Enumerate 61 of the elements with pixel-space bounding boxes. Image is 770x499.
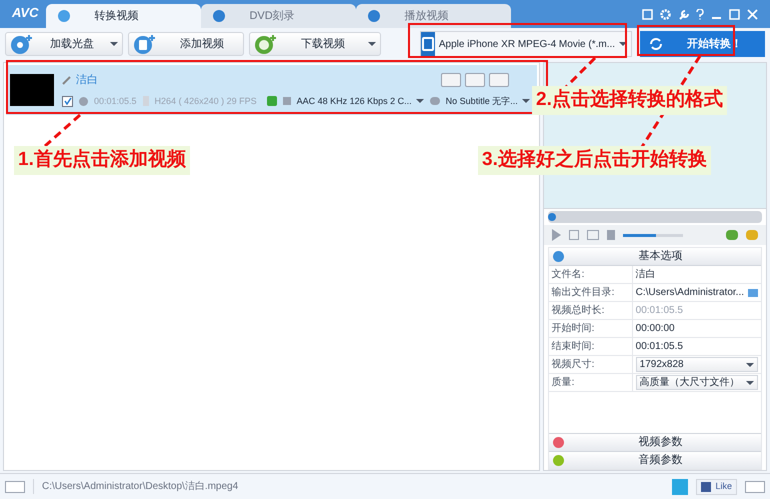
caret-icon: [746, 362, 754, 366]
tab-icon: [368, 10, 380, 22]
file-name: 洁白: [76, 73, 98, 88]
annotation-text: 1.首先点击添加视频: [14, 146, 190, 174]
wrench-icon[interactable]: [678, 9, 689, 20]
tab-icon: [58, 10, 70, 22]
app-logo: AVC: [10, 4, 40, 22]
video-thumbnail: [10, 74, 54, 106]
toolbar-button[interactable]: 添加视频: [128, 32, 244, 56]
audio-dropdown[interactable]: AAC 48 KHz 126 Kbps 2 C...: [296, 94, 424, 108]
property-dropdown[interactable]: 1792x828: [636, 357, 758, 372]
file-row[interactable]: 洁白 00:01:05.5 H264 ( 426x240 ) 29 FPS AAC 48 KHz 126 Kbps 2 C... No Subtitle 无字...: [6, 65, 537, 115]
section-header[interactable]: 基本选项: [548, 248, 761, 266]
checkbox[interactable]: [62, 96, 73, 107]
property-label: 质量:: [548, 374, 633, 391]
tab[interactable]: DVD刻录: [201, 4, 356, 28]
annotation-text: 2.点击选择转换的格式: [532, 86, 727, 114]
settings-icon[interactable]: [660, 9, 671, 20]
property-dropdown[interactable]: 高质量（大尺寸文件）: [636, 375, 758, 390]
like-button[interactable]: Like: [696, 478, 737, 494]
tab[interactable]: 播放视频: [356, 4, 512, 28]
stop-icon[interactable]: [568, 230, 579, 240]
refresh-icon: [648, 36, 664, 52]
property-label: 输出文件目录:: [548, 284, 633, 301]
help-icon[interactable]: [696, 9, 704, 20]
annotation-text: 3.选择好之后点击开始转换: [478, 146, 711, 174]
property-value: 00:01:05.5: [634, 304, 684, 318]
section-header[interactable]: 视频参数: [548, 433, 761, 451]
leader-line: [44, 114, 81, 148]
property-value: 00:00:00: [634, 322, 676, 336]
property-label: 视频尺寸:: [548, 356, 633, 373]
pencil-icon[interactable]: [62, 75, 72, 86]
file-path: C:\Users\Administrator\Desktop\洁白.mpeg4: [33, 479, 238, 494]
panel-toggle-icon[interactable]: [5, 480, 25, 492]
format-dropdown[interactable]: Apple iPhone XR MPEG-4 Movie (*.m...: [420, 31, 632, 57]
preview-slider[interactable]: [548, 211, 762, 223]
video-info: H264 ( 426x240 ) 29 FPS: [154, 94, 257, 108]
caret-icon: [619, 42, 628, 46]
toolbar-button[interactable]: 加载光盘: [5, 32, 123, 56]
property-value: 洁白: [634, 268, 657, 282]
caret-icon: [416, 99, 424, 104]
property-label: 结束时间:: [548, 338, 633, 355]
disc-icon: [10, 33, 34, 55]
caret-icon: [368, 42, 376, 46]
maximize-icon[interactable]: [729, 9, 740, 20]
property-label: 文件名:: [548, 266, 633, 283]
close-icon[interactable]: [747, 9, 758, 20]
volume-slider[interactable]: [622, 234, 683, 236]
start-convert-button[interactable]: 开始转换！: [640, 31, 765, 57]
toolbar-button[interactable]: 下载视频: [248, 32, 381, 56]
duration: 00:01:05.5: [94, 94, 137, 108]
property-value: C:\Users\Administrator...: [636, 286, 744, 300]
caret-icon: [746, 380, 754, 384]
tab-icon: [213, 10, 226, 22]
caret-icon: [110, 42, 118, 46]
tab[interactable]: 转换视频: [46, 4, 202, 28]
panel-toggle-icon[interactable]: [745, 480, 765, 492]
section-header[interactable]: 音频参数: [548, 451, 761, 469]
property-label: 视频总时长:: [548, 302, 633, 319]
property-label: 开始时间:: [548, 320, 633, 337]
property-value: 00:01:05.5: [634, 340, 684, 354]
